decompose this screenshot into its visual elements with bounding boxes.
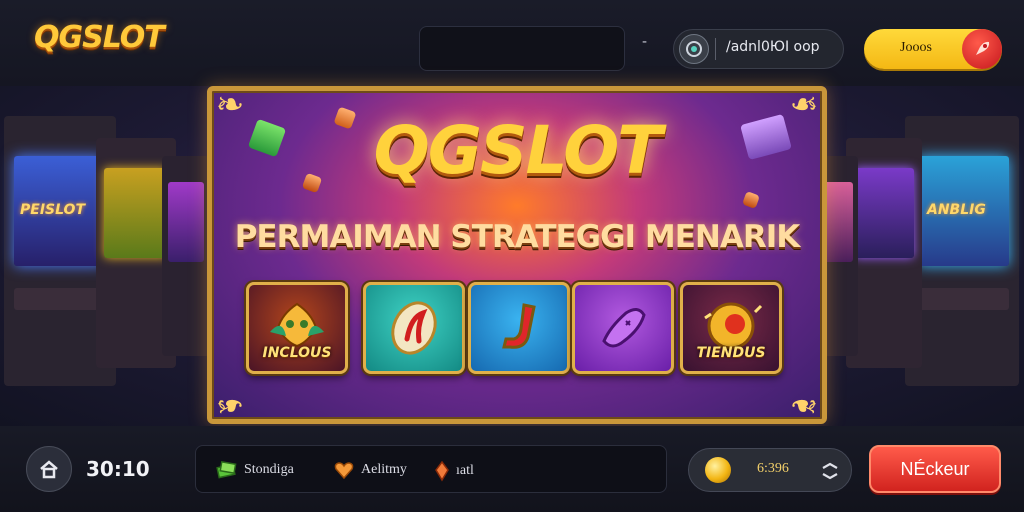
game-tile-5[interactable]: TIENDUS: [680, 282, 782, 374]
game-tile-1[interactable]: INCLOUS: [246, 282, 348, 374]
orange-heart-icon: [334, 462, 354, 480]
promo-banner[interactable]: ❧ ❧ ❧ ❧ QGSLOT PERMAIMAN STRATEGGI MENAR…: [207, 85, 827, 425]
arcade-cabinet: ANBLIG: [905, 116, 1019, 386]
top-bar: QGSLOT - /adnl0ЮI oop Jooos: [0, 0, 1024, 86]
search-input[interactable]: [419, 26, 625, 71]
shield-user-icon: [679, 34, 709, 64]
join-label: Jooos: [900, 40, 932, 55]
action-label: NÉckeur: [900, 459, 970, 479]
bottom-bar: 30:10 Stondiga Aelitmy ıatl 6:396 NÉckeu…: [0, 426, 1024, 512]
orange-gem-icon: [435, 460, 449, 482]
gold-coin-icon: [705, 457, 731, 483]
red-swirl-icon: [391, 301, 437, 355]
timer-text: 30:10: [86, 457, 150, 481]
rocket-badge-icon: [962, 29, 1002, 69]
purple-boot-icon: [602, 308, 646, 348]
tile-caption: INCLOUS: [262, 345, 332, 361]
tile-caption: TIENDUS: [696, 345, 766, 361]
swap-arrows-icon[interactable]: [817, 458, 843, 484]
site-logo[interactable]: QGSLOT: [34, 20, 165, 55]
info-label: ıatl: [456, 463, 474, 478]
ornament-corner-icon: ❧: [215, 385, 245, 425]
game-tile-3[interactable]: [468, 282, 570, 374]
arcade-cabinet: [162, 156, 210, 356]
balance-value: 6:396: [757, 461, 789, 476]
account-button[interactable]: /adnl0ЮI oop: [673, 29, 844, 69]
banner-title: QGSLOT: [373, 112, 663, 189]
right-cabinet-text: ANBLIG: [927, 202, 986, 218]
account-divider: [715, 38, 716, 60]
home-button[interactable]: [26, 446, 72, 492]
banner-subtitle: PERMAIMAN STRATEGGI MENARIK: [234, 219, 801, 255]
info-item-aelitmy[interactable]: Aelitmy: [333, 460, 407, 480]
info-strip: Stondiga Aelitmy ıatl: [195, 445, 667, 493]
balance-display[interactable]: 6:396: [688, 448, 852, 492]
ornament-corner-icon: ❧: [789, 385, 819, 425]
action-button[interactable]: NÉckeur: [869, 445, 1001, 493]
orange-dice-icon: [742, 191, 760, 209]
game-tile-4[interactable]: [572, 282, 674, 374]
left-cabinet-text: PEISLOT: [20, 202, 85, 218]
info-label: Aelitmy: [361, 462, 407, 477]
info-item-stondiga[interactable]: Stondiga: [216, 460, 294, 480]
green-cash-icon: [216, 460, 237, 479]
account-label: /adnl0ЮI oop: [726, 39, 820, 55]
separator-dash: -: [642, 34, 648, 50]
red-hook-icon: [502, 303, 536, 349]
grid-home-icon: [40, 460, 58, 479]
info-item-iatl[interactable]: ıatl: [434, 460, 474, 482]
join-button[interactable]: Jooos: [864, 29, 1002, 69]
info-label: Stondiga: [244, 462, 294, 477]
game-tile-2[interactable]: [363, 282, 465, 374]
